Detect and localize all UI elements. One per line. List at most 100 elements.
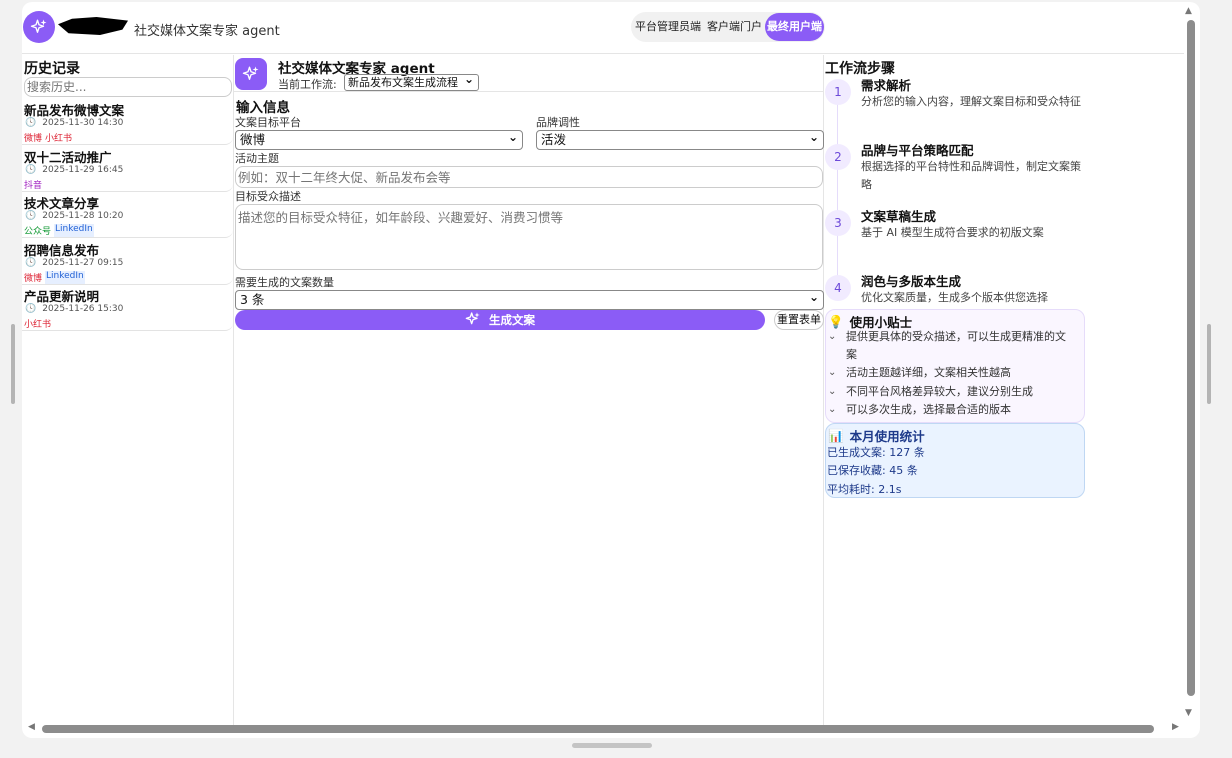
platform-tag: 公众号 bbox=[24, 227, 52, 237]
audience-label: 目标受众描述 bbox=[235, 190, 301, 203]
history-item-title: 双十二活动推广 bbox=[24, 150, 112, 165]
workflow-label: 当前工作流: bbox=[278, 78, 337, 91]
platform-select-value: 微博 bbox=[240, 132, 266, 147]
tip-item: ⌄ 不同平台风格差异较大，建议分别生成 bbox=[828, 383, 1074, 401]
tip-item: ⌄ 可以多次生成，选择最合适的版本 bbox=[828, 401, 1074, 419]
tone-select[interactable]: 活泼 bbox=[536, 128, 824, 150]
history-item-title: 产品更新说明 bbox=[24, 289, 100, 304]
count-label: 需要生成的文案数量 bbox=[235, 276, 334, 289]
right-resize-handle[interactable] bbox=[1207, 324, 1211, 404]
left-resize-handle[interactable] bbox=[11, 324, 15, 404]
count-select-value: 3 条 bbox=[240, 292, 265, 307]
vertical-scrollbar[interactable]: ▲ ▼ bbox=[1183, 6, 1197, 722]
step-desc: 根据选择的平台特性和品牌调性，制定文案策略 bbox=[861, 160, 1081, 191]
clock-icon: 🕓 bbox=[25, 258, 37, 268]
workflow-panel: 工作流步骤 1 需求解析 分析您的输入内容，理解文案目标和受众特征 2 品牌与平… bbox=[825, 55, 1185, 725]
workflow-select[interactable]: 新品发布文案生成流程 bbox=[344, 72, 479, 91]
count-select[interactable]: 3 条 bbox=[235, 288, 824, 310]
platform-tag: 微博 bbox=[24, 134, 43, 144]
history-item-time: 2025-11-30 14:30 bbox=[42, 118, 124, 128]
generate-button-label: 生成文案 bbox=[489, 313, 535, 327]
horizontal-scrollbar[interactable]: ◀ ▶ bbox=[26, 722, 1186, 736]
history-item[interactable]: 双十二活动推广 🕓 2025-11-29 16:45 抖音 bbox=[22, 146, 233, 192]
history-item[interactable]: 产品更新说明 🕓 2025-11-26 15:30 小红书 bbox=[22, 285, 233, 331]
scroll-up-icon[interactable]: ▲ bbox=[1185, 6, 1192, 16]
bar-chart-icon: 📊 bbox=[828, 427, 844, 443]
chevron-down-icon: ⌄ bbox=[828, 386, 837, 397]
sparkle-icon bbox=[465, 311, 481, 330]
history-item[interactable]: 技术文章分享 🕓 2025-11-28 10:20 公众号 LinkedIn bbox=[22, 192, 233, 238]
tip-item: ⌄ 活动主题越详细，文案相关性越高 bbox=[828, 364, 1074, 382]
history-item-time: 2025-11-28 10:20 bbox=[42, 211, 124, 221]
horizontal-scroll-thumb[interactable] bbox=[42, 725, 1154, 733]
tip-text: 活动主题越详细，文案相关性越高 bbox=[846, 366, 1011, 379]
step-title: 润色与多版本生成 bbox=[861, 274, 962, 289]
history-item-time: 2025-11-29 16:45 bbox=[42, 165, 124, 175]
app-window: 社交媒体文案专家 agent 平台管理员端 客户端门户 最终用户端 历史记录 新… bbox=[22, 2, 1200, 738]
step-desc: 分析您的输入内容，理解文案目标和受众特征 bbox=[861, 95, 1081, 108]
platform-tag: LinkedIn bbox=[54, 224, 94, 237]
platform-tag: 小红书 bbox=[45, 134, 73, 144]
stats-avg-time: 平均耗时: 2.1s bbox=[827, 483, 902, 496]
chevron-down-icon: ⌄ bbox=[828, 404, 837, 415]
sparkle-logo-icon bbox=[23, 11, 55, 43]
step-number: 4 bbox=[825, 275, 851, 301]
role-client-tab[interactable]: 客户端门户 bbox=[704, 13, 765, 41]
redacted-username bbox=[58, 17, 128, 35]
top-header: 社交媒体文案专家 agent 平台管理员端 客户端门户 最终用户端 bbox=[22, 2, 1184, 54]
clock-icon: 🕓 bbox=[25, 304, 37, 314]
platform-select[interactable]: 微博 bbox=[235, 128, 523, 150]
scroll-left-icon[interactable]: ◀ bbox=[28, 722, 35, 732]
history-search-input[interactable] bbox=[24, 77, 232, 97]
step-title: 文案草稿生成 bbox=[861, 209, 937, 224]
platform-tag: LinkedIn bbox=[45, 271, 85, 284]
step-number: 3 bbox=[825, 210, 851, 236]
stats-saved: 已保存收藏: 45 条 bbox=[827, 464, 918, 477]
workflow-select-value: 新品发布文案生成流程 bbox=[348, 76, 458, 89]
tip-item: ⌄ 提供更具体的受众描述，可以生成更精准的文案 bbox=[828, 328, 1074, 364]
step-title: 需求解析 bbox=[861, 78, 912, 93]
step-desc: 优化文案质量，生成多个版本供您选择 bbox=[861, 291, 1048, 304]
tone-select-value: 活泼 bbox=[541, 132, 567, 147]
role-admin-tab[interactable]: 平台管理员端 bbox=[632, 13, 704, 41]
history-item[interactable]: 招聘信息发布 🕓 2025-11-27 09:15 微博 LinkedIn bbox=[22, 239, 233, 285]
audience-textarea[interactable] bbox=[235, 204, 823, 270]
chevron-down-icon: ⌄ bbox=[828, 367, 837, 378]
history-item-title: 新品发布微博文案 bbox=[24, 103, 125, 118]
generate-button[interactable]: 生成文案 bbox=[235, 310, 765, 330]
platform-tag: 小红书 bbox=[24, 320, 52, 330]
stats-title: 本月使用统计 bbox=[849, 429, 925, 444]
clock-icon: 🕓 bbox=[25, 118, 37, 128]
tips-card: 💡 使用小贴士 ⌄ 提供更具体的受众描述，可以生成更精准的文案 ⌄ 活动主题越详细，文… bbox=[825, 309, 1085, 423]
history-item[interactable]: 新品发布微博文案 🕓 2025-11-30 14:30 微博 小红书 bbox=[22, 99, 233, 145]
vertical-scroll-thumb[interactable] bbox=[1187, 20, 1195, 696]
topic-label: 活动主题 bbox=[235, 152, 279, 165]
reset-button[interactable]: 重置表单 bbox=[774, 310, 824, 330]
history-item-title: 技术文章分享 bbox=[24, 196, 100, 211]
platform-label: 文案目标平台 bbox=[235, 116, 301, 129]
scroll-right-icon[interactable]: ▶ bbox=[1172, 722, 1179, 732]
topic-input[interactable] bbox=[235, 166, 823, 188]
steps-connector bbox=[837, 91, 838, 286]
role-enduser-tab[interactable]: 最终用户端 bbox=[765, 13, 824, 41]
stats-card: 📊 本月使用统计 已生成文案: 127 条 已保存收藏: 45 条 平均耗时: 2… bbox=[825, 423, 1085, 498]
scroll-down-icon[interactable]: ▼ bbox=[1185, 708, 1192, 718]
step-number: 2 bbox=[825, 144, 851, 170]
chevron-down-icon: ⌄ bbox=[828, 331, 837, 342]
agent-sparkle-icon bbox=[235, 58, 267, 90]
tip-text: 提供更具体的受众描述，可以生成更精准的文案 bbox=[846, 330, 1066, 361]
history-item-title: 招聘信息发布 bbox=[24, 243, 100, 258]
history-sidebar: 历史记录 新品发布微博文案 🕓2025-11-30 14:30 微博小红书 双十… bbox=[22, 55, 234, 725]
app-title: 社交媒体文案专家 agent bbox=[134, 24, 280, 39]
bottom-resize-handle[interactable] bbox=[572, 743, 652, 748]
stats-generated: 已生成文案: 127 条 bbox=[827, 446, 925, 459]
role-switcher: 平台管理员端 客户端门户 最终用户端 bbox=[631, 12, 825, 42]
step-number: 1 bbox=[825, 79, 851, 105]
history-item-time: 2025-11-27 09:15 bbox=[42, 258, 124, 268]
tip-text: 不同平台风格差异较大，建议分别生成 bbox=[846, 385, 1033, 398]
main-form-panel: 社交媒体文案专家 agent 当前工作流: 新品发布文案生成流程 输入信息 文案… bbox=[234, 55, 824, 725]
clock-icon: 🕓 bbox=[25, 165, 37, 175]
tip-text: 可以多次生成，选择最合适的版本 bbox=[846, 403, 1011, 416]
step-title: 品牌与平台策略匹配 bbox=[861, 143, 974, 158]
clock-icon: 🕓 bbox=[25, 211, 37, 221]
